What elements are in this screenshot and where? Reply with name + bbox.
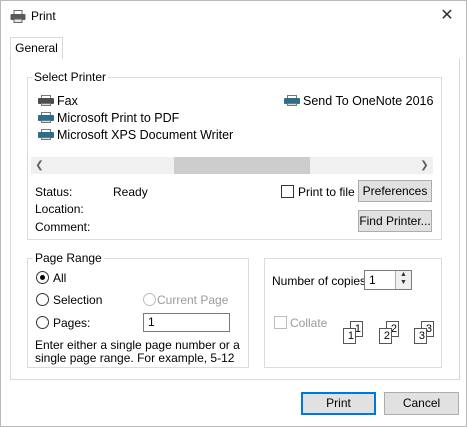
collate-label[interactable]: Collate [290, 316, 327, 330]
selection-radio[interactable] [36, 293, 49, 306]
stepper-up-button[interactable]: ▲ [396, 271, 411, 279]
copies-value: 1 [369, 273, 376, 287]
printer-item-send-to-onenote-2016[interactable]: Send To OneNote 2016 [284, 94, 433, 108]
printer-icon [38, 129, 54, 140]
print-to-file-label[interactable]: Print to file [298, 185, 355, 199]
pages-radio[interactable] [36, 316, 49, 329]
printer-list-scrollbar[interactable]: ❮ ❯ [31, 157, 433, 174]
pages-radio-label[interactable]: Pages: [53, 316, 90, 330]
cancel-button[interactable]: Cancel [384, 392, 459, 415]
printer-item-microsoft-print-to-pdf[interactable]: Microsoft Print to PDF [38, 111, 179, 125]
collate-page-icon: 2 [379, 328, 392, 344]
preferences-button[interactable]: Preferences [358, 180, 432, 202]
current-page-radio[interactable] [143, 293, 156, 306]
printer-icon [284, 95, 300, 106]
caret-down-icon: ▼ [400, 279, 407, 286]
close-icon: ✕ [440, 7, 454, 24]
chevron-right-icon: ❯ [420, 160, 429, 171]
selection-radio-label[interactable]: Selection [53, 293, 102, 307]
print-to-file-checkbox[interactable] [281, 185, 294, 198]
title-bar: Print ✕ [1, 1, 466, 32]
scroll-left-button[interactable]: ❮ [31, 157, 48, 174]
printer-app-icon [10, 10, 26, 23]
stepper-down-button[interactable]: ▼ [396, 279, 411, 287]
scroll-thumb[interactable] [174, 157, 310, 174]
printer-item-microsoft-xps-document-writer[interactable]: Microsoft XPS Document Writer [38, 128, 233, 142]
status-value: Ready [113, 185, 148, 199]
printer-icon [38, 95, 54, 106]
all-radio-label[interactable]: All [53, 271, 66, 285]
collate-page-icon: 3 [414, 328, 427, 344]
caret-up-icon: ▲ [400, 271, 407, 278]
collate-illustration: 1 1 2 2 3 3 [341, 321, 436, 351]
page-range-label: Page Range [33, 251, 104, 265]
location-label: Location: [35, 202, 84, 216]
number-of-copies-label: Number of copies: [272, 274, 370, 288]
all-radio[interactable] [36, 271, 49, 284]
select-printer-label: Select Printer [32, 70, 109, 84]
copies-stepper[interactable]: ▲ ▼ [395, 271, 411, 289]
comment-label: Comment: [35, 220, 91, 234]
current-page-radio-label[interactable]: Current Page [157, 293, 228, 307]
scroll-right-button[interactable]: ❯ [416, 157, 433, 174]
page-range-hint: Enter either a single page number or a s… [35, 338, 240, 365]
printer-icon [38, 112, 54, 123]
print-button[interactable]: Print [301, 392, 376, 415]
collate-page-icon: 1 [343, 328, 356, 344]
pages-input[interactable]: 1 [143, 313, 230, 332]
chevron-left-icon: ❮ [35, 160, 44, 171]
status-label: Status: [35, 185, 73, 199]
printer-item-fax[interactable]: Fax [38, 94, 78, 108]
close-button[interactable]: ✕ [432, 5, 462, 27]
window-title: Print [31, 9, 56, 23]
print-dialog: Print ✕ General Select Printer Fax Micro… [0, 0, 467, 427]
collate-checkbox[interactable] [274, 316, 287, 329]
find-printer-button[interactable]: Find Printer... [358, 210, 432, 232]
copies-input[interactable]: 1 ▲ ▼ [364, 270, 412, 290]
tab-general[interactable]: General [10, 37, 63, 59]
